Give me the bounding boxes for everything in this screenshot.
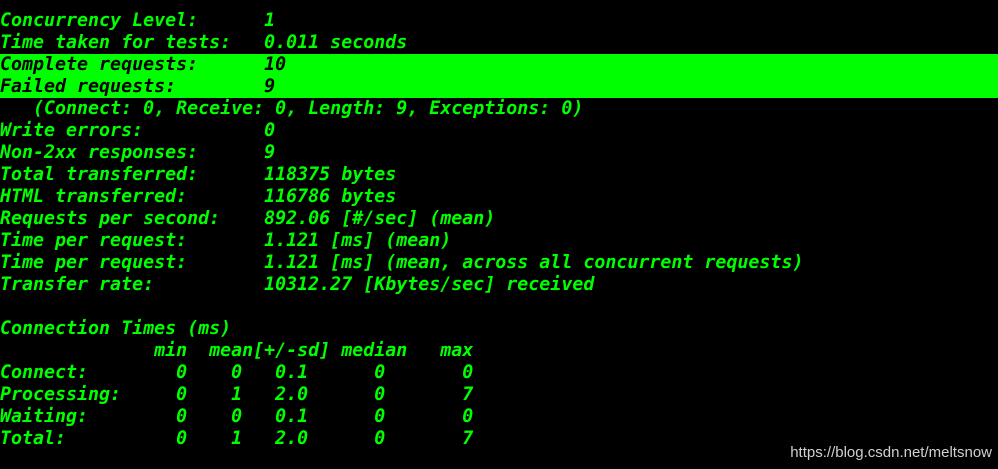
time-taken-line: Time taken for tests: 0.011 seconds <box>0 32 408 53</box>
failed-breakdown-line: (Connect: 0, Receive: 0, Length: 9, Exce… <box>0 98 584 119</box>
concurrency-level-line: Concurrency Level: 1 <box>0 10 276 31</box>
connection-times-row-connect: Connect: 0 0 0.1 0 0 <box>0 362 474 383</box>
connection-times-title: Connection Times (ms) <box>0 318 232 339</box>
non-2xx-line: Non-2xx responses: 9 <box>0 142 276 163</box>
watermark-url: https://blog.csdn.net/meltsnow <box>790 444 992 461</box>
terminal-window: Concurrency Level: 1 Time taken for test… <box>0 0 998 469</box>
complete-requests-line: Complete requests: 10 <box>0 54 998 76</box>
requests-per-second-line: Requests per second: 892.06 [#/sec] (mea… <box>0 208 496 229</box>
html-transferred-line: HTML transferred: 116786 bytes <box>0 186 397 207</box>
connection-times-row-waiting: Waiting: 0 0 0.1 0 0 <box>0 406 474 427</box>
time-per-request-mean-line: Time per request: 1.121 [ms] (mean) <box>0 230 452 251</box>
total-transferred-line: Total transferred: 118375 bytes <box>0 164 397 185</box>
connection-times-row-processing: Processing: 0 1 2.0 0 7 <box>0 384 474 405</box>
connection-times-header: min mean[+/-sd] median max <box>0 340 474 361</box>
write-errors-line: Write errors: 0 <box>0 120 276 141</box>
time-per-request-concurrent-line: Time per request: 1.121 [ms] (mean, acro… <box>0 252 804 273</box>
transfer-rate-line: Transfer rate: 10312.27 [Kbytes/sec] rec… <box>0 274 595 295</box>
failed-requests-line: Failed requests: 9 <box>0 76 998 98</box>
